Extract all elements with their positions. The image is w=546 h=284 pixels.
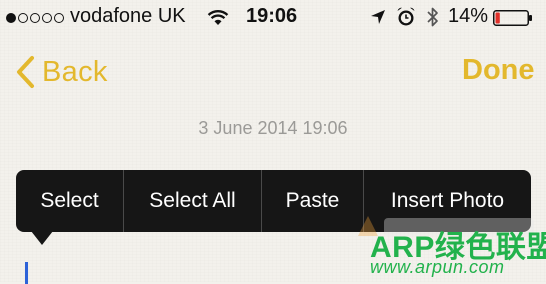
signal-dot (6, 12, 16, 23)
status-bar: vodafone UK 19:06 14% (0, 0, 546, 36)
back-button-label: Back (42, 55, 108, 88)
signal-dot (54, 12, 64, 23)
watermark-url: www.arpun.com (370, 257, 505, 277)
edit-menu-pointer (31, 231, 53, 245)
select-all-menu-item[interactable]: Select All (124, 170, 262, 232)
battery-icon (493, 10, 532, 26)
text-cursor (25, 262, 28, 284)
done-button[interactable]: Done (462, 54, 535, 87)
back-button[interactable]: Back (14, 52, 108, 92)
select-menu-item[interactable]: Select (16, 170, 124, 232)
status-time: 19:06 (246, 5, 298, 27)
alarm-clock-icon (397, 7, 415, 26)
bluetooth-icon (427, 7, 438, 27)
paste-menu-item[interactable]: Paste (262, 170, 364, 232)
note-date: 3 June 2014 19:06 (198, 118, 348, 138)
location-arrow-icon (371, 10, 385, 24)
battery-percentage: 14% (448, 5, 489, 27)
signal-dot (42, 12, 52, 23)
signal-dot (18, 12, 28, 23)
signal-strength-icon (6, 11, 64, 24)
battery-level-fill (495, 12, 500, 24)
chevron-left-icon (17, 56, 34, 88)
wifi-icon (207, 10, 229, 25)
carrier-name: vodafone UK (70, 5, 186, 27)
signal-dot (30, 12, 40, 23)
